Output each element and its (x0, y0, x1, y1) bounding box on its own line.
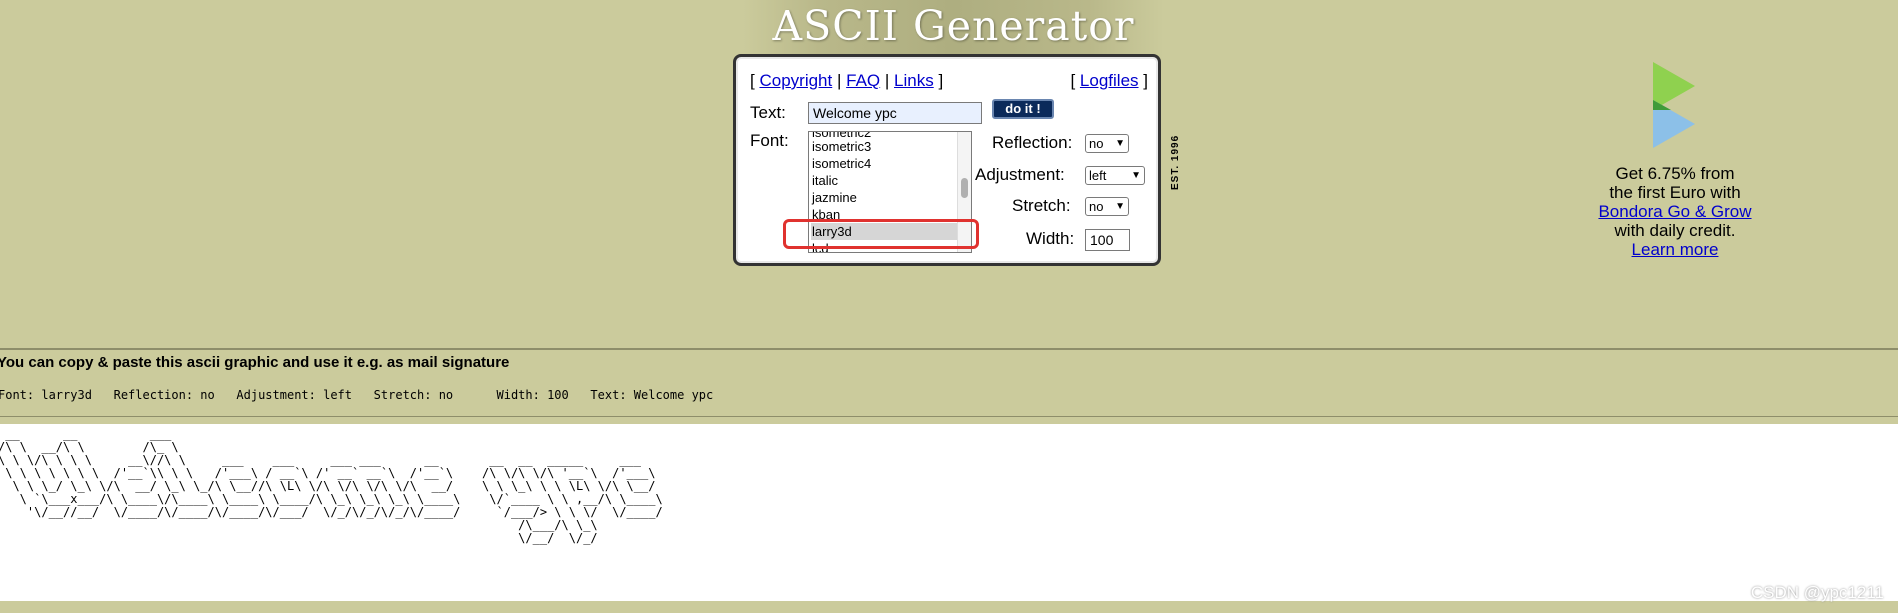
copyright-link[interactable]: Copyright (759, 71, 832, 90)
stretch-select[interactable]: no ▼ (1085, 197, 1129, 216)
adjustment-label: Adjustment: (975, 165, 1065, 184)
copy-paste-note: You can copy & paste this ascii graphic … (0, 354, 510, 371)
est-1996-label: EST. 1996 (1170, 134, 1181, 190)
stretch-label: Stretch: (1012, 196, 1071, 215)
font-option[interactable]: jazmine (811, 189, 959, 206)
chevron-down-icon: ▼ (1115, 201, 1125, 212)
settings-summary: Font: larry3d Reflection: no Adjustment:… (0, 388, 714, 402)
font-option[interactable]: isometric4 (811, 155, 959, 172)
width-input[interactable] (1085, 229, 1130, 251)
logfiles-link[interactable]: Logfiles (1080, 71, 1139, 90)
nav-bracket-close: ] (1143, 71, 1148, 90)
chevron-down-icon: ▼ (1115, 138, 1125, 149)
do-it-button[interactable]: do it ! (992, 99, 1054, 119)
nav-bracket-close: ] (938, 71, 944, 90)
watermark: CSDN @ypc1211 (1750, 583, 1884, 602)
section-divider (0, 416, 1898, 417)
faq-link[interactable]: FAQ (846, 71, 880, 90)
adjustment-value: left (1089, 168, 1107, 183)
nav-bracket-open: [ (750, 71, 755, 90)
bondora-logo-icon (1653, 62, 1695, 148)
font-label: Font: (750, 131, 789, 150)
ad-text-line3: with daily credit. (1614, 221, 1736, 240)
ascii-art-output[interactable]: __ __ ___ /\ \ __/\ \ /\_ \ \ \ \/\ \ \ … (0, 428, 663, 545)
reflection-value: no (1089, 136, 1104, 151)
chevron-down-icon: ▼ (1131, 170, 1141, 181)
text-input[interactable] (808, 102, 982, 124)
section-divider (0, 348, 1898, 350)
nav-bracket-open: [ (1070, 71, 1076, 90)
top-nav: [ Copyright | FAQ | Links ] (750, 71, 943, 91)
stretch-value: no (1089, 199, 1104, 214)
bondora-link[interactable]: Bondora Go & Grow (1598, 202, 1751, 221)
nav-separator: | (836, 71, 842, 90)
site-title: ASCII Generator (772, 2, 1135, 50)
adjustment-select[interactable]: left ▼ (1085, 166, 1145, 185)
text-label: Text: (750, 103, 786, 122)
width-label: Width: (1026, 229, 1075, 248)
ad-text-line2: the first Euro with (1609, 183, 1741, 202)
ascii-output-area: __ __ ___ /\ \ __/\ \ /\_ \ \ \ \/\ \ \ … (0, 424, 1898, 601)
logfiles-nav: [ Logfiles ] (1070, 71, 1148, 91)
font-option[interactable]: italic (811, 172, 959, 189)
links-link[interactable]: Links (894, 71, 934, 90)
nav-separator: | (884, 71, 890, 90)
learn-more-link[interactable]: Learn more (1632, 240, 1719, 259)
scrollbar-thumb[interactable] (961, 178, 968, 198)
advertisement: Get 6.75% from the first Euro with Bondo… (1580, 60, 1770, 259)
generator-form: [ Copyright | FAQ | Links ] [ Logfiles ]… (733, 54, 1161, 266)
title-banner: ASCII Generator (743, 0, 1164, 60)
annotation-highlight (783, 219, 979, 249)
reflection-select[interactable]: no ▼ (1085, 134, 1129, 153)
font-option[interactable]: isometric3 (811, 138, 959, 155)
ad-text-line1: Get 6.75% from (1615, 164, 1735, 183)
reflection-label: Reflection: (992, 133, 1073, 152)
